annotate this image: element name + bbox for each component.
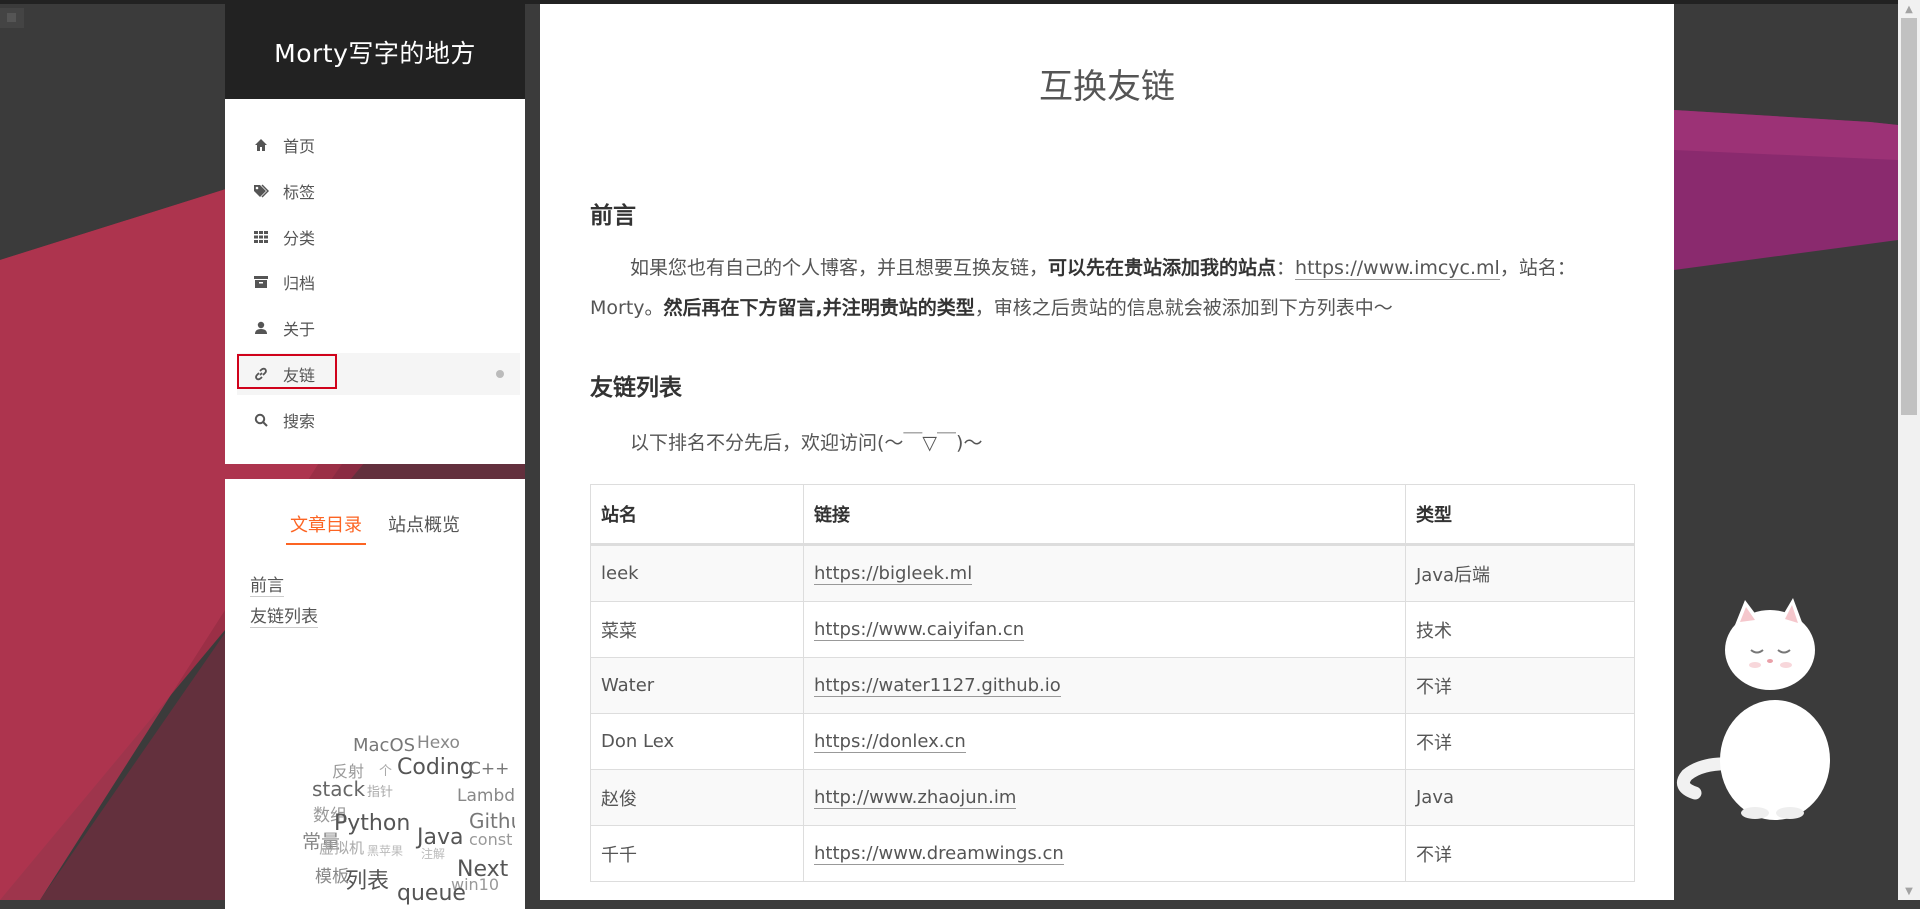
cell-link: https://www.caiyifan.cn	[803, 601, 1406, 658]
heading-link-list: 友链列表	[590, 375, 682, 401]
friend-link[interactable]: https://bigleek.ml	[814, 563, 973, 585]
intro-paragraph: 如果您也有自己的个人博客，并且想要互换友链，可以先在贵站添加我的站点：https…	[590, 248, 1635, 328]
cell-type: Java后端	[1405, 544, 1635, 602]
menu-item-tags[interactable]: 标签	[237, 170, 520, 212]
tag-cloud: MacOS Hexo 反射 个 Coding C++ stack 指针 数组 L…	[275, 724, 515, 909]
active-indicator	[496, 370, 504, 378]
cat-mascot[interactable]	[1675, 595, 1850, 820]
cell-link: https://donlex.cn	[803, 713, 1406, 770]
cell-name: 菜菜	[590, 601, 804, 658]
cell-type: Java	[1405, 769, 1635, 826]
menu-item-label: 搜索	[283, 412, 316, 431]
post-content: 互换友链 前言 如果您也有自己的个人博客，并且想要互换友链，可以先在贵站添加我的…	[540, 4, 1674, 900]
tag-word[interactable]: 个	[379, 760, 392, 779]
intro-bold-text: 可以先在贵站添加我的站点	[1048, 257, 1277, 279]
cell-type: 技术	[1405, 601, 1635, 658]
friend-link[interactable]: https://www.dreamwings.cn	[814, 843, 1064, 865]
cell-type: 不详	[1405, 657, 1635, 714]
tab-overview[interactable]: 站点概览	[384, 511, 464, 545]
menu-item-categories[interactable]: 分类	[237, 216, 520, 258]
tag-word[interactable]: C++	[469, 759, 509, 779]
tag-word[interactable]: Coding	[397, 755, 474, 780]
table-row: 菜菜 https://www.caiyifan.cn 技术	[590, 601, 1635, 658]
scroll-down-icon[interactable]: ▼	[1898, 882, 1920, 900]
table-header-row: 站名 链接 类型	[590, 484, 1635, 546]
intro-text: ，审核之后贵站的信息就会被添加到下方列表中～	[974, 297, 1393, 319]
tag-word[interactable]: Python	[334, 811, 410, 836]
cell-link: https://water1127.github.io	[803, 657, 1406, 714]
menu-item-label: 标签	[283, 183, 316, 202]
tag-word[interactable]: 指针	[367, 781, 393, 800]
tag-word[interactable]: queue	[397, 881, 466, 906]
tag-word[interactable]: 模板	[315, 862, 349, 887]
tag-word[interactable]: Hexo	[417, 733, 460, 753]
site-link[interactable]: https://www.imcyc.ml	[1295, 257, 1500, 280]
menu-item-label: 首页	[283, 137, 316, 156]
col-header-name: 站名	[590, 484, 804, 546]
table-row: Water https://water1127.github.io 不详	[590, 657, 1635, 714]
toc-tabs: 文章目录 站点概览	[225, 511, 525, 545]
tab-toc[interactable]: 文章目录	[286, 511, 366, 545]
cell-link: http://www.zhaojun.im	[803, 769, 1406, 826]
toc-item-preface[interactable]: 前言	[250, 576, 284, 597]
menu-item-home[interactable]: 首页	[237, 124, 520, 166]
home-icon	[253, 137, 269, 153]
menu-item-label: 分类	[283, 229, 316, 248]
toc-item-links[interactable]: 友链列表	[250, 607, 318, 628]
col-header-type: 类型	[1405, 484, 1635, 546]
cell-name: Don Lex	[590, 713, 804, 770]
tag-word[interactable]: 虚拟机	[319, 837, 364, 858]
tag-word[interactable]: 注解	[421, 845, 445, 862]
cell-link: https://bigleek.ml	[803, 544, 1406, 602]
menu-item-archives[interactable]: 归档	[237, 261, 520, 303]
tag-word[interactable]: 列表	[345, 863, 389, 895]
page-scrollbar[interactable]: ▲ ▼	[1898, 0, 1920, 900]
friend-link[interactable]: https://www.caiyifan.cn	[814, 619, 1025, 641]
intro-text: ：	[1276, 257, 1296, 279]
grid-icon	[253, 229, 269, 245]
menu-item-label: 归档	[283, 274, 316, 293]
cell-name: Water	[590, 657, 804, 714]
cell-link: https://www.dreamwings.cn	[803, 825, 1406, 882]
tag-word[interactable]: MacOS	[353, 735, 415, 756]
menu-item-about[interactable]: 关于	[237, 307, 520, 349]
user-icon	[253, 320, 269, 336]
list-intro: 以下排名不分先后，欢迎访问(～￣▽￣)～	[630, 432, 983, 454]
col-header-link: 链接	[803, 484, 1406, 546]
friend-link[interactable]: https://water1127.github.io	[814, 675, 1061, 697]
menu-item-label: 关于	[283, 320, 316, 339]
scroll-up-icon[interactable]: ▲	[1898, 0, 1920, 18]
cell-name: 千千	[590, 825, 804, 882]
archive-icon	[253, 274, 269, 290]
post-title: 互换友链	[1039, 67, 1175, 107]
selection-highlight	[237, 354, 337, 389]
tag-word[interactable]: stack	[312, 777, 365, 801]
site-title[interactable]: Morty写字的地方	[225, 4, 525, 99]
menu-item-links[interactable]: 友链	[237, 353, 520, 395]
tag-word[interactable]: Lambda	[457, 786, 515, 806]
toc-list: 前言 友链列表	[250, 571, 318, 633]
links-table: 站名 链接 类型 leek https://bigleek.ml Java后端 …	[590, 484, 1635, 882]
cell-type: 不详	[1405, 825, 1635, 882]
friend-link[interactable]: http://www.zhaojun.im	[814, 787, 1017, 809]
scroll-thumb[interactable]	[1901, 18, 1917, 415]
cell-name: 赵俊	[590, 769, 804, 826]
heading-preface: 前言	[590, 203, 636, 229]
cell-name: leek	[590, 544, 804, 602]
tags-icon	[253, 183, 269, 199]
intro-bold-text: 然后再在下方留言,并注明贵站的类型	[663, 297, 975, 319]
tag-word[interactable]: 黑苹果	[367, 842, 403, 859]
search-icon	[253, 412, 269, 428]
toc-panel: 文章目录 站点概览 前言 友链列表 MacOS Hexo 反射 个 Coding…	[225, 479, 525, 909]
table-row: 赵俊 http://www.zhaojun.im Java	[590, 769, 1635, 826]
table-row: 千千 https://www.dreamwings.cn 不详	[590, 825, 1635, 882]
sidebar-menu: 首页 标签 分类 归档 关于 友链 搜索	[225, 99, 525, 464]
menu-item-search[interactable]: 搜索	[237, 399, 520, 441]
friend-link[interactable]: https://donlex.cn	[814, 731, 966, 753]
tag-word[interactable]: const	[469, 830, 512, 849]
cell-type: 不详	[1405, 713, 1635, 770]
table-row: Don Lex https://donlex.cn 不详	[590, 713, 1635, 770]
table-row: leek https://bigleek.ml Java后端	[590, 544, 1635, 602]
intro-text: 如果您也有自己的个人博客，并且想要互换友链，	[630, 257, 1049, 279]
